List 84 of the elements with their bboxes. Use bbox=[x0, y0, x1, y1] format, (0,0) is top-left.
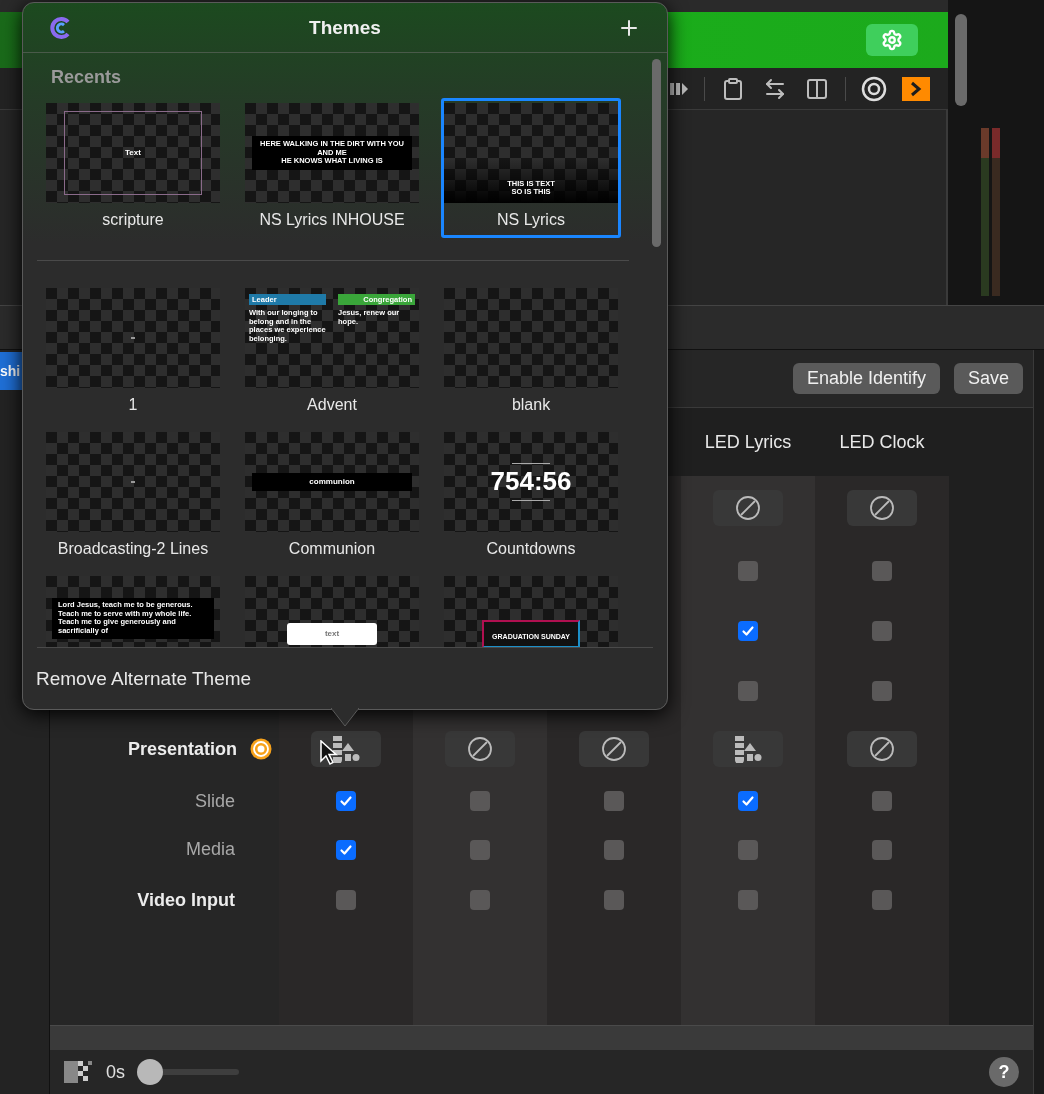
theme-name: NS Lyrics bbox=[497, 211, 565, 229]
checkmark-icon bbox=[741, 623, 755, 638]
checkmark-icon bbox=[741, 794, 755, 808]
prohibited-icon bbox=[869, 736, 895, 762]
scrollbar[interactable] bbox=[955, 14, 967, 106]
column-header: LED Clock bbox=[839, 431, 925, 453]
shapes-icon bbox=[331, 735, 361, 763]
layer-off-button[interactable] bbox=[713, 490, 783, 526]
slide-text: communion bbox=[309, 477, 355, 487]
help-button[interactable]: ? bbox=[989, 1057, 1019, 1087]
theme-item[interactable]: communion Communion bbox=[242, 427, 422, 567]
slide-text: text bbox=[324, 629, 340, 639]
checkbox[interactable] bbox=[470, 839, 490, 860]
target-icon[interactable] bbox=[860, 74, 888, 103]
checkbox[interactable] bbox=[872, 791, 892, 811]
theme-name: scripture bbox=[102, 211, 164, 229]
checkbox[interactable] bbox=[872, 680, 892, 701]
checkbox[interactable] bbox=[336, 839, 356, 860]
checkbox[interactable] bbox=[738, 791, 758, 811]
checkbox[interactable] bbox=[470, 890, 490, 910]
theme-name: 1 bbox=[128, 396, 138, 414]
cursor-icon bbox=[320, 740, 338, 766]
checkbox[interactable] bbox=[872, 560, 892, 581]
prohibited-icon bbox=[869, 495, 895, 521]
checkbox[interactable] bbox=[336, 791, 356, 811]
layer-off-button[interactable] bbox=[847, 490, 917, 526]
slide-mark bbox=[131, 337, 135, 339]
slide-text: Text bbox=[125, 148, 141, 158]
action-button[interactable]: Enable Identify bbox=[792, 363, 940, 394]
row-label: Video Input bbox=[137, 889, 235, 911]
theme-item[interactable]: blank bbox=[441, 283, 621, 423]
popover-title: Themes bbox=[308, 16, 382, 39]
checkbox[interactable] bbox=[738, 560, 758, 581]
column-header: LED Lyrics bbox=[704, 431, 792, 453]
checkmark-icon bbox=[339, 842, 353, 857]
scrollbar[interactable] bbox=[652, 59, 661, 247]
section-heading: Recents bbox=[50, 66, 123, 89]
checkbox[interactable] bbox=[604, 890, 624, 910]
theme-name: NS Lyrics INHOUSE bbox=[259, 211, 405, 229]
checkbox[interactable] bbox=[336, 890, 356, 910]
row-label: Presentation bbox=[127, 738, 237, 760]
prohibited-icon bbox=[467, 736, 493, 762]
transition-icon bbox=[64, 1061, 92, 1083]
row-label: Slide bbox=[194, 790, 235, 812]
play-icon[interactable] bbox=[902, 76, 930, 101]
gear-icon bbox=[881, 29, 903, 51]
prohibited-icon bbox=[601, 736, 627, 762]
countdown-text: 754:56 bbox=[490, 467, 572, 497]
layer-off-button[interactable] bbox=[847, 731, 917, 767]
theme-item[interactable]: Broadcasting-2 Lines bbox=[43, 427, 223, 567]
duration-slider[interactable] bbox=[139, 1059, 239, 1085]
slide-mark bbox=[131, 481, 135, 483]
theme-button[interactable] bbox=[713, 731, 783, 767]
remove-theme-item[interactable]: Remove Alternate Theme bbox=[23, 648, 667, 709]
action-button[interactable]: Save bbox=[953, 363, 1023, 394]
checkbox[interactable] bbox=[872, 620, 892, 641]
checkbox[interactable] bbox=[604, 791, 624, 811]
shapes-icon bbox=[733, 735, 763, 763]
checkbox[interactable] bbox=[738, 839, 758, 860]
checkbox[interactable] bbox=[738, 620, 758, 641]
theme-item[interactable]: 754:56 Countdowns bbox=[441, 427, 621, 567]
slider-thumb[interactable] bbox=[137, 1059, 163, 1085]
layer-off-button[interactable] bbox=[445, 731, 515, 767]
checkmark-icon bbox=[339, 794, 353, 808]
theme-name: Communion bbox=[288, 540, 376, 558]
checkbox[interactable] bbox=[872, 890, 892, 910]
duration-label: 0s bbox=[106, 1061, 125, 1083]
theme-button[interactable] bbox=[311, 731, 381, 767]
checkbox[interactable] bbox=[738, 890, 758, 910]
target-icon bbox=[249, 737, 273, 761]
checkbox[interactable] bbox=[738, 680, 758, 701]
theme-name: blank bbox=[511, 396, 551, 414]
theme-item[interactable]: 1 bbox=[43, 283, 223, 423]
theme-name: Broadcasting-2 Lines bbox=[57, 540, 209, 558]
row-label: Media bbox=[185, 839, 235, 860]
theme-item[interactable]: Text scripture bbox=[43, 98, 223, 238]
checkbox[interactable] bbox=[470, 791, 490, 811]
prohibited-icon bbox=[735, 495, 761, 521]
checkbox[interactable] bbox=[604, 839, 624, 860]
checkbox[interactable] bbox=[872, 839, 892, 860]
theme-name: Countdowns bbox=[486, 540, 576, 558]
theme-item[interactable]: text bbox=[242, 571, 422, 647]
layer-off-button[interactable] bbox=[579, 731, 649, 767]
theme-name: Advent bbox=[307, 396, 357, 414]
